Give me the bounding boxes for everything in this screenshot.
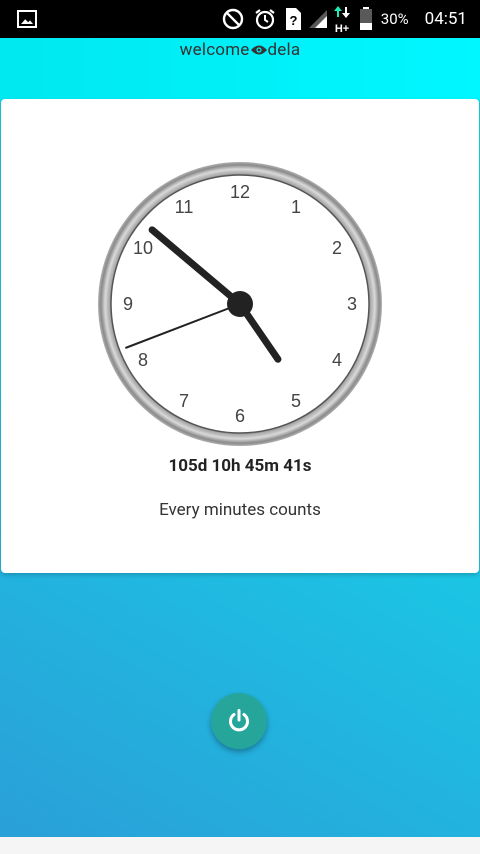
welcome-text: welcome — [179, 40, 250, 60]
welcome-title: welcome dela — [0, 40, 480, 61]
clock-number-12: 12 — [230, 182, 250, 202]
clock-center — [227, 291, 253, 317]
clock-number-1: 1 — [291, 197, 301, 217]
clock-number-5: 5 — [291, 391, 301, 411]
network-type-text: H+ — [335, 23, 349, 34]
clock-number-8: 8 — [138, 350, 148, 370]
svg-text:?: ? — [289, 13, 297, 28]
clock-number-9: 9 — [123, 294, 133, 314]
battery-icon — [359, 7, 373, 31]
do-not-disturb-icon — [222, 8, 244, 30]
power-button[interactable] — [211, 693, 267, 749]
status-bar: ? H+ 30% 04:51 — [0, 0, 480, 38]
bottom-strip — [0, 837, 480, 854]
power-icon — [229, 709, 249, 732]
gallery-icon — [17, 10, 37, 28]
clock-number-6: 6 — [235, 406, 245, 426]
clock-number-3: 3 — [347, 294, 357, 314]
battery-percent: 30% — [380, 10, 409, 28]
clock-number-10: 10 — [133, 238, 153, 258]
signal-icon — [308, 9, 328, 29]
analog-clock: 121234567891011 — [98, 162, 382, 446]
status-time: 04:51 — [424, 9, 467, 29]
app-header: welcome dela — [0, 38, 480, 100]
motto-text: Every minutes counts — [159, 500, 321, 520]
username-text: dela — [267, 40, 301, 60]
clock-number-2: 2 — [332, 238, 342, 258]
clock-number-4: 4 — [332, 350, 342, 370]
data-arrows-icon: H+ — [332, 4, 352, 34]
alarm-icon — [253, 7, 277, 31]
clock-number-7: 7 — [179, 391, 189, 411]
status-icons: ? H+ 30% 04:51 — [222, 0, 480, 38]
sim-unknown-icon: ? — [284, 7, 302, 31]
clock-number-11: 11 — [175, 197, 194, 217]
countdown-text: 105d 10h 45m 41s — [168, 456, 312, 476]
eye-icon — [250, 41, 268, 61]
